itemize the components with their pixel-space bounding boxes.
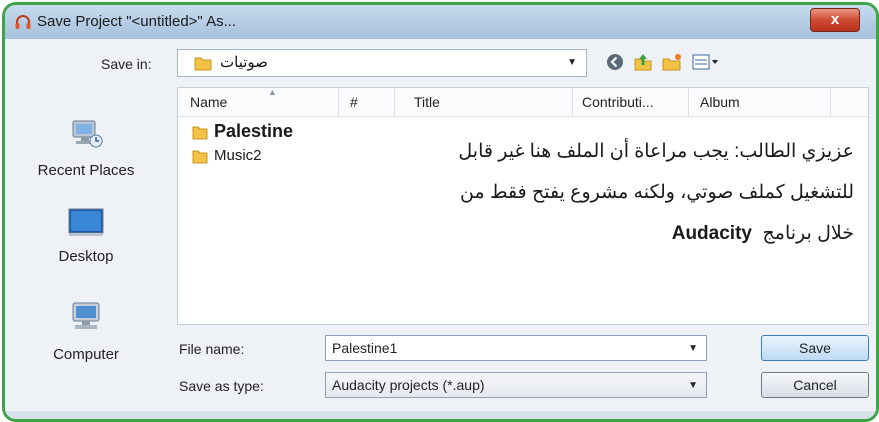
note-line: خلال برنامج Audacity — [334, 213, 854, 254]
column-album[interactable]: Album — [700, 94, 740, 110]
place-label: Desktop — [58, 248, 114, 265]
column-divider[interactable] — [688, 88, 689, 116]
file-name-value: Palestine1 — [332, 340, 398, 356]
note-line: عزيزي الطالب: يجب مراعاة أن الملف هنا غي… — [458, 141, 854, 162]
column-divider[interactable] — [394, 88, 395, 116]
column-contributing-artists[interactable]: Contributi... — [582, 94, 654, 110]
back-icon[interactable] — [605, 52, 625, 77]
save-in-dropdown[interactable]: صوتيات ▼ — [177, 49, 587, 77]
recent-places-icon — [67, 120, 105, 155]
views-menu-icon[interactable] — [691, 52, 721, 77]
folder-icon — [192, 126, 208, 144]
place-label: Recent Places — [37, 162, 135, 179]
note-app-name: Audacity — [671, 223, 752, 244]
up-folder-icon[interactable] — [633, 52, 653, 77]
column-divider[interactable] — [572, 88, 573, 116]
file-name-input[interactable]: Palestine1 ▼ — [325, 335, 707, 361]
save-button[interactable]: Save — [761, 335, 869, 361]
file-name-label: File name: — [179, 341, 245, 357]
place-recent-places[interactable]: Recent Places — [15, 117, 157, 179]
chevron-down-icon[interactable]: ▼ — [688, 380, 698, 391]
column-number[interactable]: # — [350, 94, 358, 110]
desktop-icon — [65, 208, 107, 241]
cancel-button[interactable]: Cancel — [761, 372, 869, 398]
note-line-prefix: خلال برنامج — [762, 223, 854, 244]
place-desktop[interactable]: Desktop — [15, 207, 157, 265]
chevron-down-icon[interactable]: ▼ — [688, 343, 698, 354]
file-name: Palestine — [214, 121, 294, 141]
save-as-type-dropdown[interactable]: Audacity projects (*.aup) ▼ — [325, 372, 707, 398]
places-bar: Recent Places Desktop Computer — [15, 87, 157, 387]
column-name[interactable]: Name — [190, 94, 227, 110]
close-button[interactable]: x — [810, 8, 860, 32]
overlay-note: عزيزي الطالب: يجب مراعاة أن الملف هنا غي… — [334, 131, 854, 254]
dialog-body: Save in: صوتيات ▼ Recent Places Desktop … — [5, 39, 876, 419]
file-name: Music2 — [214, 147, 262, 164]
bottom-strip — [5, 411, 876, 419]
folder-icon — [192, 150, 208, 168]
note-line: للتشغيل كملف صوتي، ولكنه مشروع يفتح فقط … — [460, 182, 854, 203]
column-header-row: Name ▲ # Title Contributi... Album — [178, 87, 868, 117]
save-as-type-label: Save as type: — [179, 378, 264, 394]
new-folder-icon[interactable] — [661, 52, 683, 77]
list-item[interactable]: Palestine — [192, 121, 293, 148]
save-in-value: صوتيات — [220, 54, 268, 71]
sort-ascending-icon: ▲ — [268, 87, 277, 97]
chevron-down-icon[interactable]: ▼ — [567, 57, 577, 68]
place-label: Computer — [53, 346, 119, 363]
save-in-label: Save in: — [101, 56, 152, 72]
folder-icon — [194, 55, 212, 76]
title-bar[interactable]: Save Project "<untitled>" As... x — [5, 5, 876, 39]
list-item[interactable]: Music2 — [192, 147, 262, 170]
headphones-icon — [14, 13, 32, 36]
column-divider[interactable] — [338, 88, 339, 116]
column-title[interactable]: Title — [414, 94, 440, 110]
save-as-type-value: Audacity projects (*.aup) — [332, 377, 485, 393]
column-divider[interactable] — [830, 88, 831, 116]
window-title: Save Project "<untitled>" As... — [37, 13, 237, 30]
place-computer[interactable]: Computer — [15, 299, 157, 363]
computer-icon — [65, 302, 107, 339]
save-project-dialog: Save Project "<untitled>" As... x Save i… — [2, 2, 879, 422]
